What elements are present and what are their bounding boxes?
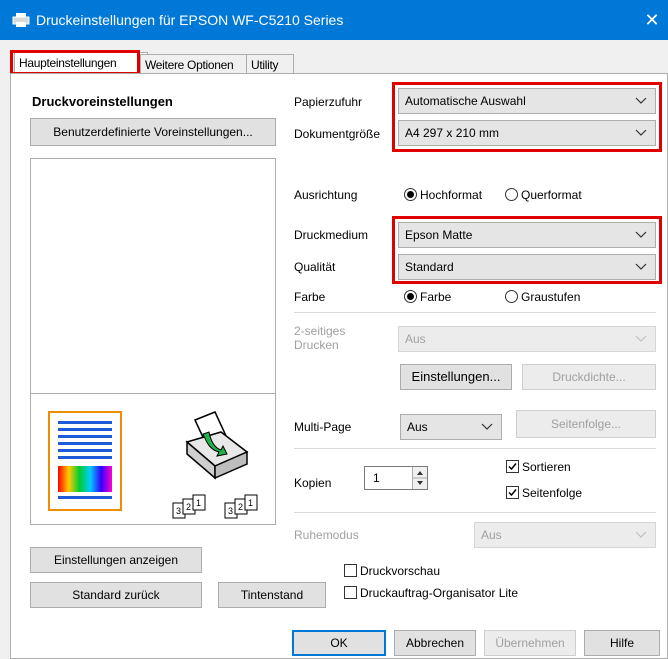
chevron-down-icon <box>635 231 647 238</box>
document-size-label: Dokumentgröße <box>294 127 381 141</box>
quality-label: Qualität <box>294 260 336 274</box>
apply-button[interactable]: Übernehmen <box>484 630 576 656</box>
preview-area: 3 2 1 3 2 1 <box>30 393 276 525</box>
close-icon[interactable]: ✕ <box>640 8 664 32</box>
help-button[interactable]: Hilfe <box>584 630 660 656</box>
show-settings-button[interactable]: Einstellungen anzeigen <box>30 547 202 573</box>
paper-preview-icon <box>48 411 122 511</box>
media-label: Druckmedium <box>294 228 369 242</box>
divider <box>294 312 656 313</box>
chevron-down-icon <box>635 531 647 538</box>
color-radio[interactable] <box>404 290 417 303</box>
landscape-radio[interactable] <box>505 188 518 201</box>
print-preview-label: Druckvorschau <box>360 564 441 578</box>
grayscale-radio[interactable] <box>505 290 518 303</box>
chevron-down-icon <box>481 423 493 430</box>
chevron-down-icon <box>635 335 647 342</box>
copies-input[interactable]: 1 <box>364 466 428 490</box>
print-density-button[interactable]: Druckdichte... <box>522 364 656 390</box>
color-option-label: Farbe <box>420 290 452 304</box>
reverse-order-checkbox[interactable] <box>506 486 519 499</box>
presets-heading: Druckvoreinstellungen <box>32 94 173 109</box>
page-order-icon-2: 3 2 1 <box>223 494 261 520</box>
tab-weitere-optionen[interactable]: Weitere Optionen <box>140 54 254 75</box>
page-order-button[interactable]: Seitenfolge... <box>516 410 656 438</box>
printer-icon <box>12 12 30 28</box>
job-organizer-checkbox[interactable] <box>344 586 357 599</box>
reset-defaults-button[interactable]: Standard zurück <box>30 582 202 608</box>
custom-presets-button[interactable]: Benutzerdefinierte Voreinstellungen... <box>30 118 276 146</box>
media-select[interactable]: Epson Matte <box>398 222 656 248</box>
print-preview-checkbox[interactable] <box>344 564 357 577</box>
divider <box>294 512 656 513</box>
landscape-label: Querformat <box>521 188 582 202</box>
page-order-icon-1: 3 2 1 <box>171 494 209 520</box>
ok-button[interactable]: OK <box>292 630 386 656</box>
chevron-down-icon <box>635 97 647 104</box>
tab-utility[interactable]: Utility <box>246 54 294 75</box>
title-bar: Druckeinstellungen für EPSON WF-C5210 Se… <box>0 0 668 40</box>
color-label: Farbe <box>294 290 326 304</box>
divider <box>294 448 656 449</box>
portrait-radio[interactable] <box>404 188 417 201</box>
copies-label: Kopien <box>294 476 332 490</box>
copies-stepper[interactable] <box>412 467 427 489</box>
ink-levels-button[interactable]: Tintenstand <box>218 582 326 608</box>
quiet-mode-label: Ruhemodus <box>294 528 359 542</box>
printer-feed-icon <box>181 408 253 480</box>
collate-label: Sortieren <box>522 460 571 474</box>
quiet-mode-select[interactable]: Aus <box>474 522 656 548</box>
chevron-down-icon <box>635 263 647 270</box>
duplex-settings-button[interactable]: Einstellungen... <box>400 364 512 390</box>
multipage-label: Multi-Page <box>294 420 352 434</box>
multipage-select[interactable]: Aus <box>400 414 502 440</box>
window-title: Druckeinstellungen für EPSON WF-C5210 Se… <box>36 12 344 28</box>
duplex-label: 2-seitiges Drucken <box>294 324 346 352</box>
chevron-down-icon <box>635 129 647 136</box>
job-organizer-label: Druckauftrag-Organisator Lite <box>360 586 519 600</box>
grayscale-label: Graustufen <box>521 290 581 304</box>
reverse-order-label: Seitenfolge <box>522 486 583 500</box>
paper-source-select[interactable]: Automatische Auswahl <box>398 88 656 114</box>
duplex-select[interactable]: Aus <box>398 326 656 352</box>
presets-list[interactable] <box>30 158 276 394</box>
cancel-button[interactable]: Abbrechen <box>394 630 476 656</box>
orientation-label: Ausrichtung <box>294 188 358 202</box>
document-size-select[interactable]: A4 297 x 210 mm <box>398 120 656 146</box>
collate-checkbox[interactable] <box>506 460 519 473</box>
portrait-label: Hochformat <box>420 188 483 202</box>
paper-source-label: Papierzufuhr <box>294 95 363 109</box>
quality-select[interactable]: Standard <box>398 254 656 280</box>
tab-haupteinstellungen[interactable]: Haupteinstellungen <box>14 52 148 75</box>
